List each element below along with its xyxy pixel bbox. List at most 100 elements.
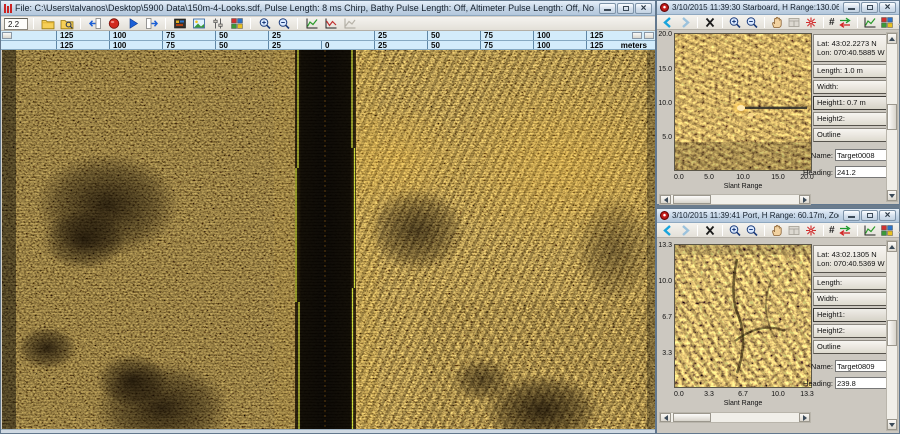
- target-name-row: Name:: [799, 360, 889, 372]
- grid-button[interactable]: #: [828, 224, 836, 237]
- delete-target-button[interactable]: [702, 16, 718, 29]
- target-heading-input[interactable]: [835, 377, 889, 389]
- grid-button[interactable]: #: [828, 16, 836, 29]
- display-mode-button[interactable]: [171, 17, 188, 30]
- scroll-left-button[interactable]: [660, 195, 671, 204]
- search-files-button[interactable]: [58, 17, 75, 30]
- delete-target-button[interactable]: [702, 224, 718, 237]
- zoom-in-button[interactable]: [727, 224, 743, 237]
- length-button[interactable]: Length: 1.0 m: [813, 64, 887, 78]
- scroll-down-button[interactable]: [887, 190, 897, 201]
- horizontal-scrollbar[interactable]: [659, 194, 811, 205]
- gain-sliders-button[interactable]: [209, 17, 226, 30]
- gain-value-box[interactable]: 2.2: [4, 18, 28, 30]
- restore-button[interactable]: [861, 210, 878, 221]
- ruler-scroll-left-button[interactable]: [2, 32, 12, 39]
- target-heading-row: Heading:: [799, 377, 889, 389]
- eraser-button[interactable]: [896, 16, 900, 29]
- ruler-scroll-right-button[interactable]: [632, 32, 642, 39]
- restore-button[interactable]: [617, 3, 634, 14]
- scroll-down-button[interactable]: [887, 419, 897, 430]
- pan-button[interactable]: [769, 16, 785, 29]
- height2-button[interactable]: Height2:: [813, 324, 887, 338]
- scroll-up-button[interactable]: [887, 33, 897, 44]
- next-file-button[interactable]: [143, 17, 160, 30]
- open-file-button[interactable]: [39, 17, 56, 30]
- palette-button[interactable]: [879, 224, 895, 237]
- scrollbar-thumb[interactable]: [673, 413, 711, 422]
- scrollbar-thumb[interactable]: [887, 320, 897, 346]
- image-settings-button[interactable]: [190, 17, 207, 30]
- latlon-button[interactable]: Lat: 43:02.2273 N Lon: 070:40.5885 W: [813, 34, 887, 62]
- profile-plot-button[interactable]: [862, 224, 878, 237]
- close-button[interactable]: ×: [635, 3, 652, 14]
- zoom-out-button[interactable]: [744, 16, 760, 29]
- length-button[interactable]: Length:: [813, 276, 887, 290]
- scrollbar-thumb[interactable]: [887, 104, 897, 130]
- bottom-track-icon: [324, 17, 338, 30]
- palette-button[interactable]: [228, 17, 245, 30]
- height1-button[interactable]: Height1: 0.7 m: [813, 96, 887, 110]
- palette-button[interactable]: [879, 16, 895, 29]
- lon-value: 070:40.5885 W: [834, 48, 885, 57]
- latlon-button[interactable]: Lat: 43:02.1305 N Lon: 070:40.5369 W: [813, 245, 887, 273]
- swap-channels-button[interactable]: [837, 16, 853, 29]
- next-target-button[interactable]: [677, 224, 693, 237]
- burst-button[interactable]: [803, 16, 819, 29]
- ruler-label: 75: [480, 41, 493, 49]
- scrollbar-track[interactable]: [671, 413, 799, 422]
- target-name-input[interactable]: [835, 149, 889, 161]
- eraser-button[interactable]: [896, 224, 900, 237]
- scroll-up-button[interactable]: [887, 241, 897, 252]
- burst-button[interactable]: [803, 224, 819, 237]
- minimize-button[interactable]: [843, 210, 860, 221]
- zoom-out-button[interactable]: [744, 224, 760, 237]
- close-button[interactable]: ×: [879, 210, 896, 221]
- port-content: 13.3 10.0 6.7 3.3: [657, 238, 899, 433]
- port-sonar-image[interactable]: [674, 244, 812, 388]
- port-target-panel: Lat: 43:02.1305 N Lon: 070:40.5369 W Len…: [813, 238, 889, 433]
- target-name-input[interactable]: [835, 360, 889, 372]
- toolbar-separator: [823, 17, 824, 28]
- prev-file-button[interactable]: [86, 17, 103, 30]
- scrollbar-thumb[interactable]: [673, 195, 711, 204]
- vertical-scrollbar[interactable]: [886, 240, 898, 431]
- scrollbar-track[interactable]: [671, 195, 799, 204]
- prev-target-button[interactable]: [660, 224, 676, 237]
- height2-button[interactable]: Height2:: [813, 112, 887, 126]
- ruler-corner-button[interactable]: [644, 32, 654, 39]
- pan-button[interactable]: [769, 224, 785, 237]
- profile-plot-button[interactable]: [862, 16, 878, 29]
- play-button[interactable]: [124, 17, 141, 30]
- height1-button[interactable]: Height1:: [813, 308, 887, 322]
- scroll-right-button[interactable]: [799, 413, 810, 422]
- horizontal-scrollbar[interactable]: [659, 412, 811, 423]
- stop-button[interactable]: [105, 17, 122, 30]
- starboard-sonar-image[interactable]: [674, 33, 812, 171]
- width-button[interactable]: Width:: [813, 292, 887, 306]
- prev-target-icon: [661, 16, 675, 29]
- next-target-button[interactable]: [677, 16, 693, 29]
- outline-button[interactable]: Outline: [813, 128, 887, 142]
- zoom-in-button[interactable]: [727, 16, 743, 29]
- target-heading-input[interactable]: [835, 166, 889, 178]
- swap-channels-button[interactable]: [837, 224, 853, 237]
- stop-icon: [107, 17, 121, 30]
- prev-target-button[interactable]: [660, 16, 676, 29]
- bottom-track-button[interactable]: [322, 17, 339, 30]
- ruler-label: 100: [533, 31, 550, 40]
- sonar-waterfall-image[interactable]: [2, 50, 655, 430]
- minimize-button[interactable]: [599, 3, 616, 14]
- minimize-button[interactable]: [843, 2, 860, 13]
- tile-icon: [787, 16, 801, 29]
- close-button[interactable]: ×: [879, 2, 896, 13]
- zoom-in-button[interactable]: [256, 17, 273, 30]
- restore-button[interactable]: [861, 2, 878, 13]
- signal-plot-button[interactable]: [303, 17, 320, 30]
- vertical-scrollbar[interactable]: [886, 32, 898, 202]
- zoom-out-button[interactable]: [275, 17, 292, 30]
- outline-button[interactable]: Outline: [813, 340, 887, 354]
- scroll-left-button[interactable]: [660, 413, 671, 422]
- width-button[interactable]: Width:: [813, 80, 887, 94]
- scroll-right-button[interactable]: [799, 195, 810, 204]
